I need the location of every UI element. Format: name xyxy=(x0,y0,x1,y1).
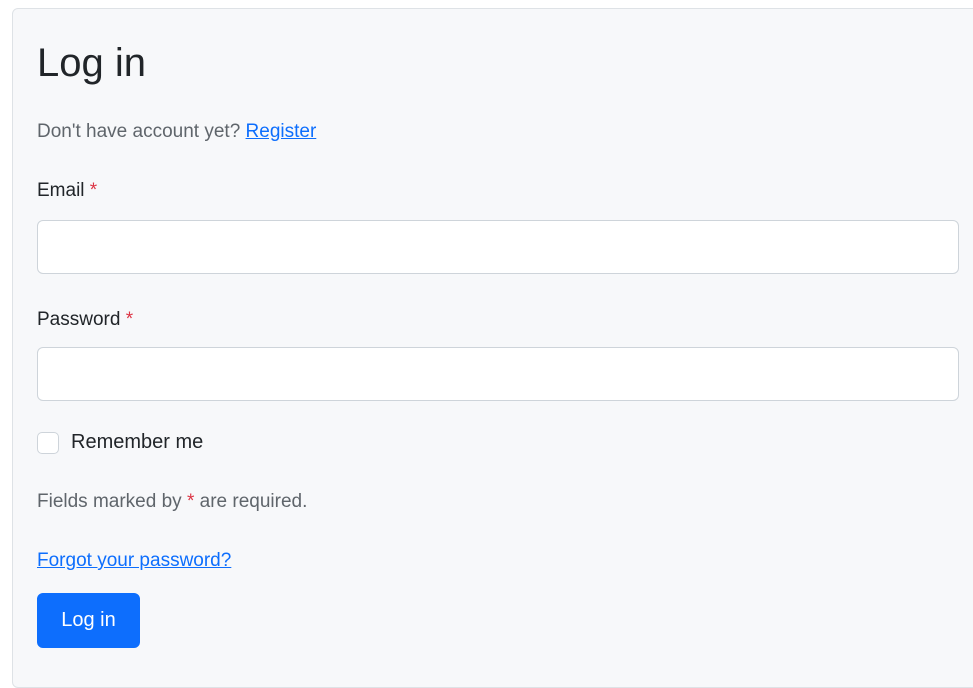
email-label: Email * xyxy=(37,180,97,202)
hint-prefix: Fields marked by xyxy=(37,491,182,512)
email-label-text: Email xyxy=(37,180,85,201)
page-title: Log in xyxy=(37,41,146,85)
required-asterisk: * xyxy=(125,309,134,330)
register-link[interactable]: Register xyxy=(246,121,317,142)
required-fields-hint: Fields marked by * are required. xyxy=(37,491,307,513)
hint-suffix: are required. xyxy=(199,491,308,512)
remember-me-label[interactable]: Remember me xyxy=(71,431,203,454)
remember-me-row: Remember me xyxy=(37,431,203,454)
register-prompt: Don't have account yet? Register xyxy=(37,121,316,143)
email-field[interactable] xyxy=(37,220,959,274)
register-prompt-text: Don't have account yet? xyxy=(37,121,241,142)
login-card: Log in Don't have account yet? Register … xyxy=(12,8,973,688)
required-asterisk: * xyxy=(89,180,98,201)
password-field[interactable] xyxy=(37,347,959,401)
password-label: Password * xyxy=(37,309,133,331)
password-label-text: Password xyxy=(37,309,121,330)
required-asterisk: * xyxy=(186,491,195,512)
forgot-password-link[interactable]: Forgot your password? xyxy=(37,550,231,572)
login-button[interactable]: Log in xyxy=(37,593,140,648)
remember-me-checkbox[interactable] xyxy=(37,431,59,454)
